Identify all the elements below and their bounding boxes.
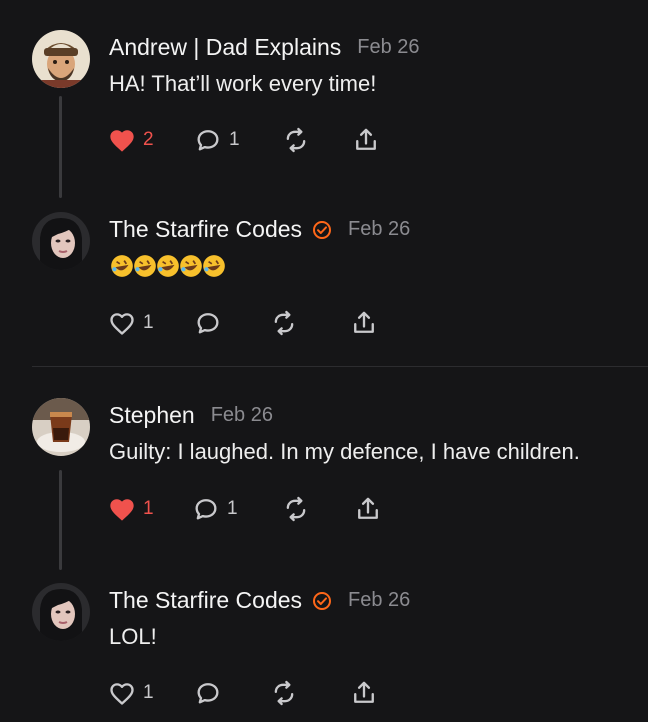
share-icon [356,128,376,150]
author-name[interactable]: Andrew | Dad Explains [109,34,341,61]
heart-icon [110,130,134,152]
heart-icon [110,683,134,705]
comment-date[interactable]: Feb 26 [357,36,419,59]
comment-bubble-icon [195,499,217,520]
reply-button[interactable]: 1 [194,124,282,156]
restack-button[interactable] [270,677,350,709]
like-count: 2 [143,129,154,150]
comment-bubble-icon [197,683,219,704]
restack-icon [286,127,306,153]
thread-line [59,96,62,198]
author-name[interactable]: The Starfire Codes [109,587,302,614]
verified-check-icon [313,220,332,239]
share-icon [358,497,378,519]
thread-line [59,470,62,570]
like-button[interactable]: 1 [108,307,194,339]
share-icon [354,681,374,703]
comment-header: Andrew | Dad Explains Feb 26 [109,34,420,61]
comment-date[interactable]: Feb 26 [348,218,410,241]
reply-button[interactable] [194,677,270,709]
avatar[interactable] [32,398,90,456]
restack-icon [274,310,294,336]
share-button[interactable] [352,124,392,156]
laughing-emoji-row: 🤣🤣🤣🤣🤣 [109,253,225,279]
author-name[interactable]: The Starfire Codes [109,216,302,243]
comment-text: HA! That’ll work every time! [109,71,377,96]
like-count: 1 [143,498,154,519]
comment-actions: 1 [108,677,390,709]
comment-actions: 1 1 [108,493,394,525]
avatar[interactable] [32,583,90,641]
comment-actions: 1 [108,307,390,339]
like-button[interactable]: 2 [108,124,194,156]
like-count: 1 [143,682,154,703]
comment-actions: 2 1 [108,124,392,156]
author-name[interactable]: Stephen [109,402,195,429]
share-button[interactable] [350,307,390,339]
heart-icon [110,499,134,521]
like-count: 1 [143,312,154,333]
comment-date[interactable]: Feb 26 [348,589,410,612]
verified-check-icon [313,591,332,610]
heart-icon [110,313,134,335]
rofl-emoji-icon [203,255,225,277]
comment-text: 🤣🤣🤣🤣🤣 [109,253,225,279]
like-button[interactable]: 1 [108,493,192,525]
comment-header: The Starfire Codes Feb 26 [109,216,410,243]
like-button[interactable]: 1 [108,677,194,709]
reply-count: 1 [227,498,238,519]
comment-bubble-icon [197,313,219,334]
comment-bubble-icon [197,130,219,151]
restack-button[interactable] [282,493,354,525]
comment-date[interactable]: Feb 26 [211,404,273,427]
restack-button[interactable] [282,124,352,156]
restack-icon [286,496,306,522]
share-button[interactable] [350,677,390,709]
comment-text: Guilty: I laughed. In my defence, I have… [109,439,580,464]
comment-header: The Starfire Codes Feb 26 [109,587,410,614]
restack-icon [274,680,294,706]
reply-count: 1 [229,129,240,150]
comment-header: Stephen Feb 26 [109,402,273,429]
comment-text: LOL! [109,624,157,649]
reply-button[interactable] [194,307,270,339]
share-button[interactable] [354,493,394,525]
thread-divider [32,366,648,367]
restack-button[interactable] [270,307,350,339]
avatar[interactable] [32,212,90,270]
share-icon [354,311,374,333]
avatar[interactable] [32,30,90,88]
reply-button[interactable]: 1 [192,493,282,525]
comment-feed: Andrew | Dad Explains Feb 26 HA! That’ll… [0,0,648,722]
